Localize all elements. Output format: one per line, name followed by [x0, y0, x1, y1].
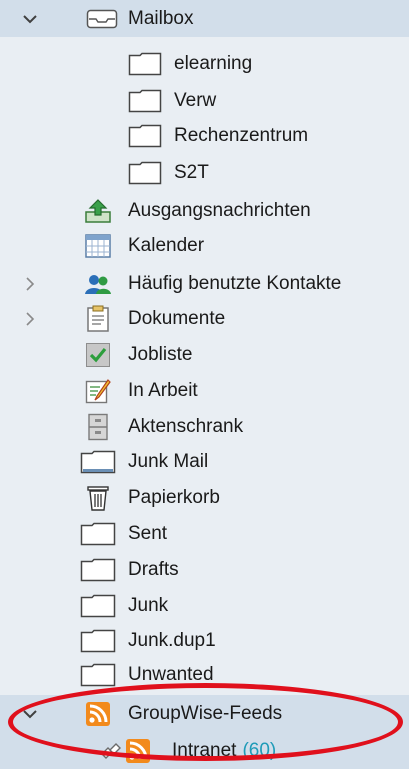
folder-outbox[interactable]: Ausgangsnachrichten [0, 192, 409, 229]
folder-s2t[interactable]: S2T [0, 154, 409, 191]
folder-contacts[interactable]: Häufig benutzte Kontakte [0, 265, 409, 302]
folder-label: GroupWise-Feeds [128, 702, 283, 724]
folder-label: Jobliste [128, 343, 193, 365]
trash-icon [80, 485, 116, 511]
folder-label: Mailbox [128, 7, 194, 29]
folder-icon [127, 160, 163, 186]
chevron-down-icon[interactable] [20, 704, 40, 724]
rss-feed-icon [80, 701, 116, 727]
folder-label: Sent [128, 522, 168, 544]
folder-icon [80, 557, 116, 583]
folder-icon [80, 662, 116, 688]
chevron-right-icon[interactable] [20, 309, 40, 329]
folder-label: Unwanted [128, 663, 214, 685]
documents-icon [80, 305, 116, 332]
folder-rechenzentrum[interactable]: Rechenzentrum [0, 117, 409, 154]
folder-elearning[interactable]: elearning [0, 45, 409, 82]
folder-icon [127, 88, 163, 114]
folder-label: Papierkorb [128, 486, 220, 508]
rss-feed-icon [123, 738, 153, 764]
unread-count: (60) [242, 739, 277, 761]
folder-label: Ausgangsnachrichten [128, 199, 311, 221]
mailbox-icon [84, 6, 120, 32]
folder-label: Häufig benutzte Kontakte [128, 272, 342, 294]
folder-icon [80, 593, 116, 619]
folder-calendar[interactable]: Kalender [0, 227, 409, 264]
folder-documents[interactable]: Dokumente [0, 300, 409, 337]
folder-intranet[interactable]: Intranet (60) [0, 732, 409, 769]
folder-label: Junk Mail [128, 450, 209, 472]
folder-icon [127, 123, 163, 149]
folder-drafts[interactable]: Drafts [0, 551, 409, 588]
folder-label: Verw [174, 89, 217, 111]
folder-label: S2T [174, 161, 209, 183]
contacts-icon [80, 271, 116, 297]
folder-tree: Mailbox elearning Verw Rechenzentrum S2T… [0, 0, 409, 769]
folder-label: Rechenzentrum [174, 124, 309, 146]
calendar-icon [80, 233, 116, 259]
checkmark-icon [80, 342, 116, 368]
folder-icon [80, 521, 116, 547]
folder-label: Intranet [172, 739, 237, 761]
folder-in-progress[interactable]: In Arbeit [0, 372, 409, 409]
folder-label: Kalender [128, 234, 205, 256]
folder-verw[interactable]: Verw [0, 82, 409, 119]
folder-icon [127, 51, 163, 77]
outbox-icon [80, 198, 116, 224]
folder-junk-dup1[interactable]: Junk.dup1 [0, 622, 409, 659]
folder-trash[interactable]: Papierkorb [0, 479, 409, 516]
chevron-right-icon[interactable] [20, 274, 40, 294]
folder-joblist[interactable]: Jobliste [0, 336, 409, 373]
folder-label: Drafts [128, 558, 179, 580]
folder-label: In Arbeit [128, 379, 198, 401]
folder-icon [80, 628, 116, 654]
folder-sent[interactable]: Sent [0, 515, 409, 552]
folder-label: Dokumente [128, 307, 226, 329]
folder-unwanted[interactable]: Unwanted [0, 656, 409, 693]
chevron-down-icon[interactable] [20, 9, 40, 29]
folder-groupwise-feeds[interactable]: GroupWise-Feeds [0, 695, 409, 732]
folder-label: Junk [128, 594, 169, 616]
edit-icon [80, 378, 116, 404]
folder-icon [80, 449, 116, 475]
link-icon [96, 738, 126, 764]
folder-cabinet[interactable]: Aktenschrank [0, 408, 409, 445]
cabinet-icon [80, 413, 116, 440]
folder-label: Junk.dup1 [128, 629, 216, 651]
folder-mailbox[interactable]: Mailbox [0, 0, 409, 37]
folder-junk-mail[interactable]: Junk Mail [0, 443, 409, 480]
folder-label: elearning [174, 52, 253, 74]
folder-junk[interactable]: Junk [0, 587, 409, 624]
folder-label-with-count: Intranet (60) [172, 740, 276, 762]
folder-label: Aktenschrank [128, 415, 244, 437]
